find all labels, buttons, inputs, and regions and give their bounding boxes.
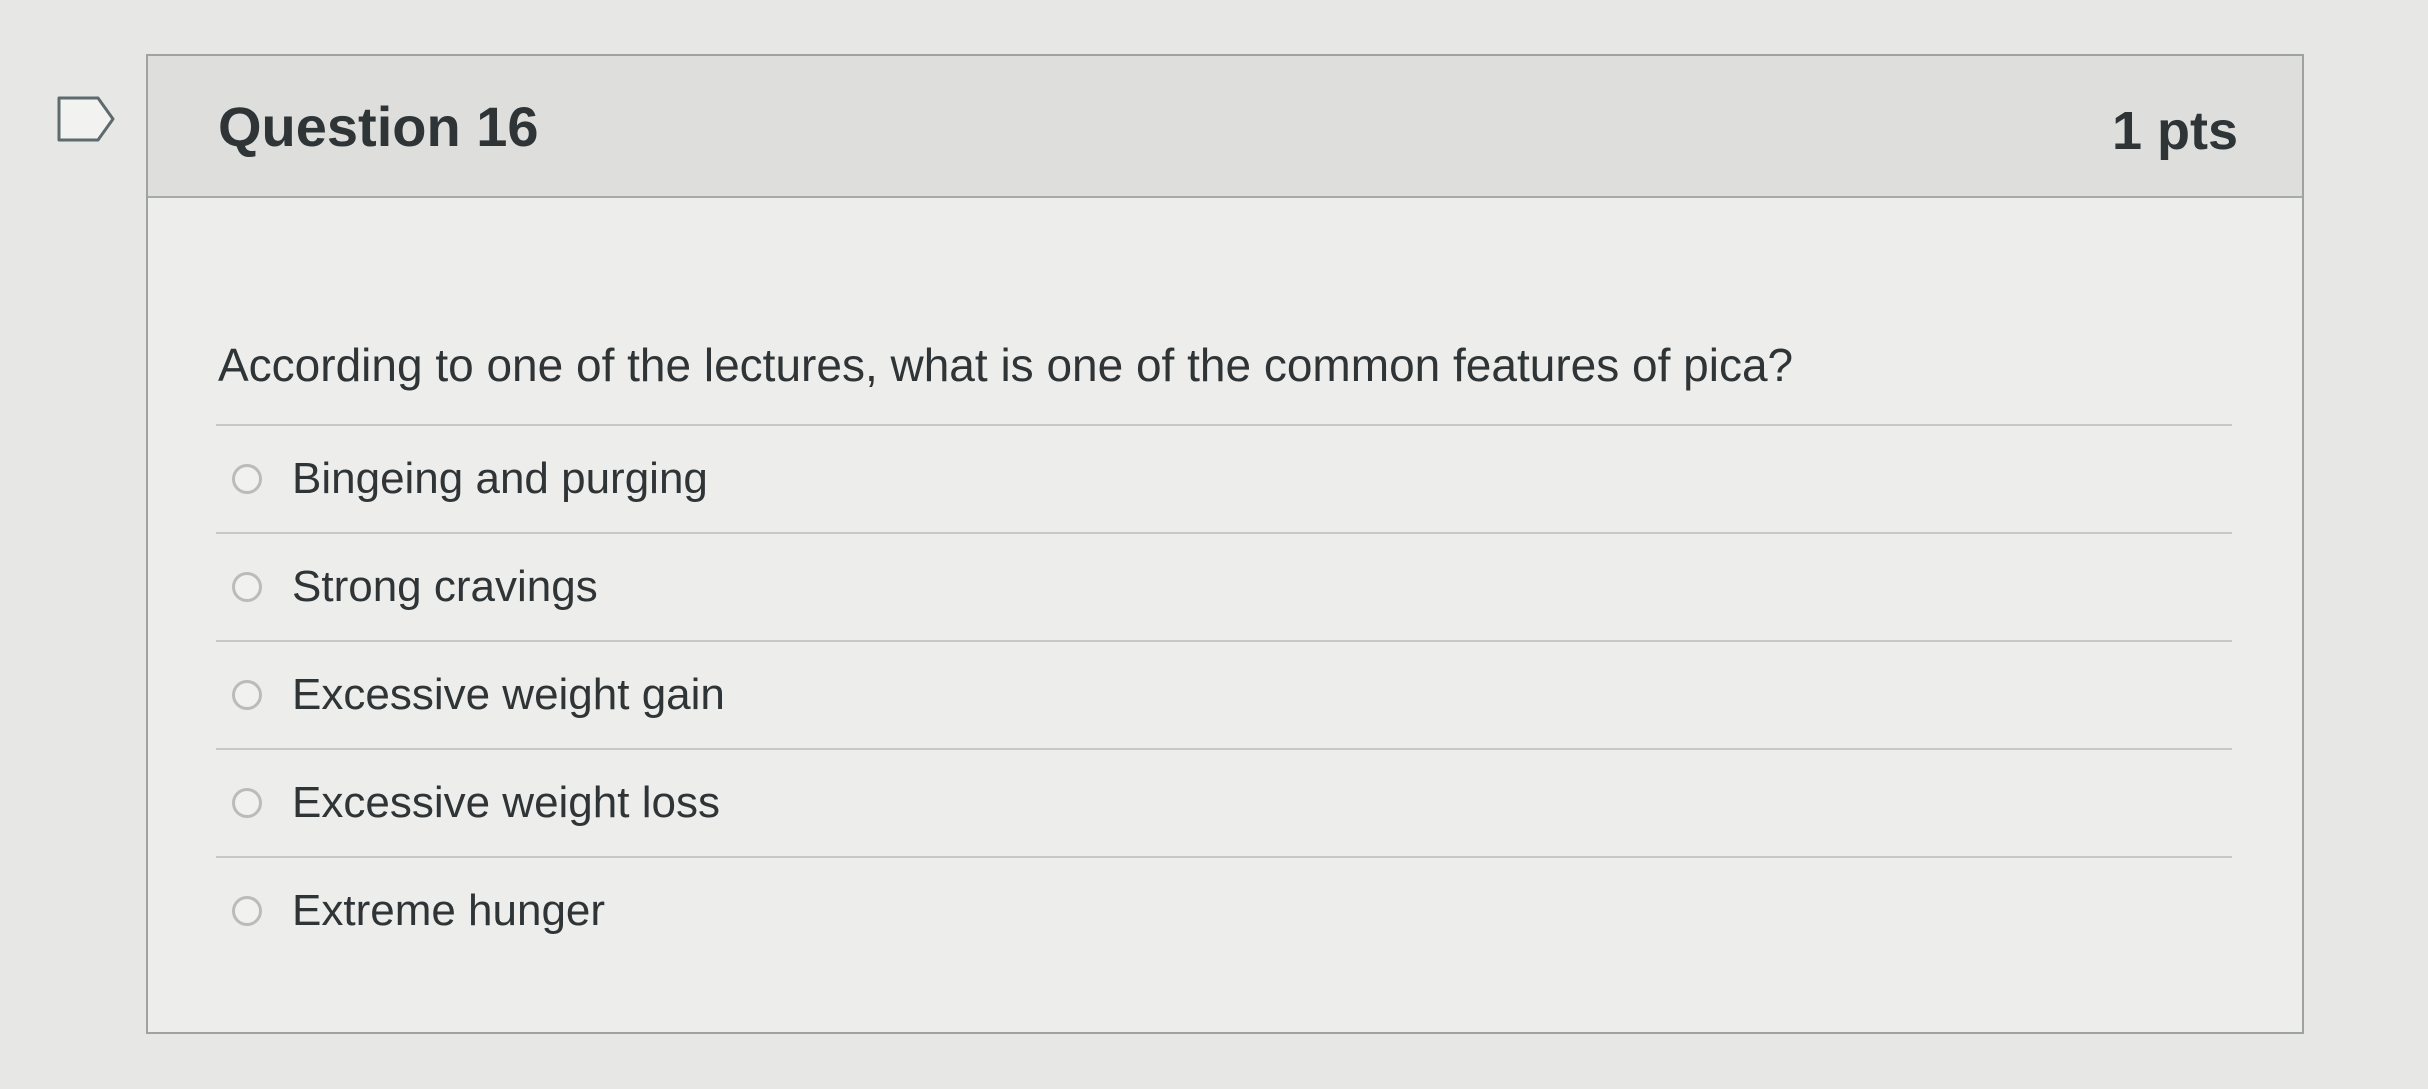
answer-label: Excessive weight loss: [292, 778, 720, 827]
question-body: According to one of the lectures, what i…: [148, 198, 2302, 1032]
flag-question-icon[interactable]: [56, 95, 116, 143]
answer-label: Extreme hunger: [292, 886, 606, 935]
answer-label: Excessive weight gain: [292, 670, 725, 719]
radio-button[interactable]: [232, 680, 262, 710]
answer-option[interactable]: Strong cravings: [216, 534, 2232, 642]
answer-option[interactable]: Extreme hunger: [216, 858, 2232, 964]
answer-option[interactable]: Excessive weight gain: [216, 642, 2232, 750]
question-points: 1 pts: [2111, 101, 2238, 161]
question-text: According to one of the lectures, what i…: [218, 339, 1794, 391]
answer-label: Bingeing and purging: [292, 454, 708, 503]
answer-label: Strong cravings: [292, 562, 598, 611]
radio-button[interactable]: [232, 788, 262, 818]
question-card: Question 16 1 pts According to one of th…: [146, 54, 2304, 1034]
radio-button[interactable]: [232, 572, 262, 602]
flag-icon-shape: [57, 96, 115, 142]
answer-option[interactable]: Bingeing and purging: [216, 426, 2232, 534]
answer-option[interactable]: Excessive weight loss: [216, 750, 2232, 858]
question-title: Question 16: [218, 95, 539, 158]
radio-button[interactable]: [232, 896, 262, 926]
question-header: Question 16 1 pts: [148, 56, 2302, 198]
radio-button[interactable]: [232, 464, 262, 494]
answer-list: Bingeing and purging Strong cravings Exc…: [216, 424, 2232, 964]
